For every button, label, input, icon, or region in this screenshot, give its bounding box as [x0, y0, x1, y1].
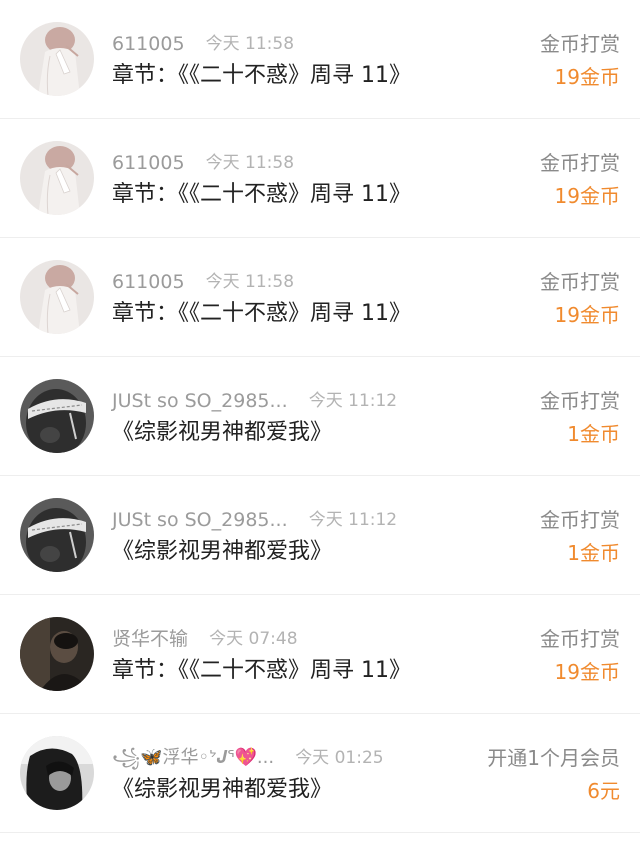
gift-type-label: 金币打赏 — [540, 627, 620, 651]
woman-back-illustration-avatar-icon[interactable] — [20, 22, 94, 96]
reward-row[interactable]: 贤华不输 今天 07:48 章节：《《二十不惑》周寻 11》 金币打赏 19金币 — [0, 595, 640, 714]
gift-amount: 19金币 — [554, 303, 620, 327]
reward-row[interactable]: JUSt so SO_2985... 今天 11:12 《综影视男神都爱我》 金… — [0, 357, 640, 476]
book-title: 《综影视男神都爱我》 — [112, 539, 333, 564]
book-chapter-title: 章节：《《二十不惑》周寻 11》 — [112, 658, 411, 683]
timestamp: 今天 11:12 — [308, 510, 398, 530]
username[interactable]: 贤华不输 — [112, 625, 188, 653]
reward-row[interactable]: JUSt so SO_2985... 今天 11:12 《综影视男神都爱我》 金… — [0, 476, 640, 595]
timestamp: 今天 07:48 — [209, 629, 298, 649]
row-meta: 611005 今天 11:58 — [112, 30, 294, 58]
username[interactable]: ꧁🦋浮华◦ᔾ𝑱ᕐ💖... — [112, 744, 274, 772]
reward-record-list: 611005 今天 11:58 章节：《《二十不惑》周寻 11》 金币打赏 19… — [0, 0, 640, 833]
gift-type-label: 金币打赏 — [540, 389, 620, 413]
row-meta: ꧁🦋浮华◦ᔾ𝑱ᕐ💖... 今天 01:25 — [112, 744, 384, 772]
woman-back-illustration-avatar-icon[interactable] — [20, 141, 94, 215]
row-meta: JUSt so SO_2985... 今天 11:12 — [112, 506, 397, 534]
reward-row[interactable]: 611005 今天 11:58 章节：《《二十不惑》周寻 11》 金币打赏 19… — [0, 238, 640, 357]
book-title: 《综影视男神都爱我》 — [112, 777, 333, 802]
username[interactable]: JUSt so SO_2985... — [112, 506, 288, 534]
reward-row[interactable]: 611005 今天 11:58 章节：《《二十不惑》周寻 11》 金币打赏 19… — [0, 119, 640, 238]
username[interactable]: JUSt so SO_2985... — [112, 387, 288, 415]
book-chapter-title: 章节：《《二十不惑》周寻 11》 — [112, 301, 411, 326]
username[interactable]: 611005 — [112, 268, 185, 296]
timestamp: 今天 11:58 — [205, 34, 295, 54]
book-chapter-title: 章节：《《二十不惑》周寻 11》 — [112, 182, 411, 207]
timestamp: 今天 11:58 — [205, 272, 295, 292]
gift-amount: 19金币 — [554, 65, 620, 89]
book-title: 《综影视男神都爱我》 — [112, 420, 333, 445]
timestamp: 今天 11:12 — [308, 391, 398, 411]
book-chapter-title: 章节：《《二十不惑》周寻 11》 — [112, 63, 411, 88]
timestamp: 今天 01:25 — [295, 748, 384, 768]
gift-type-label: 金币打赏 — [540, 270, 620, 294]
username[interactable]: 611005 — [112, 149, 185, 177]
gift-amount: 1金币 — [567, 422, 620, 446]
gift-type-label: 开通1个月会员 — [487, 746, 620, 770]
man-bandana-bw-avatar-icon[interactable] — [20, 498, 94, 572]
gift-amount: 19金币 — [554, 184, 620, 208]
gift-type-label: 金币打赏 — [540, 32, 620, 56]
row-meta: JUSt so SO_2985... 今天 11:12 — [112, 387, 397, 415]
gift-type-label: 金币打赏 — [540, 151, 620, 175]
dark-portrait-avatar-icon[interactable] — [20, 617, 94, 691]
timestamp: 今天 11:58 — [205, 153, 295, 173]
gift-amount: 19金币 — [554, 660, 620, 684]
row-meta: 贤华不输 今天 07:48 — [112, 625, 298, 653]
row-meta: 611005 今天 11:58 — [112, 268, 294, 296]
username[interactable]: 611005 — [112, 30, 185, 58]
reward-row[interactable]: 611005 今天 11:58 章节：《《二十不惑》周寻 11》 金币打赏 19… — [0, 0, 640, 119]
reward-row[interactable]: ꧁🦋浮华◦ᔾ𝑱ᕐ💖... 今天 01:25 《综影视男神都爱我》 开通1个月会员… — [0, 714, 640, 833]
gift-type-label: 金币打赏 — [540, 508, 620, 532]
gift-amount: 1金币 — [567, 541, 620, 565]
woman-back-illustration-avatar-icon[interactable] — [20, 260, 94, 334]
gift-amount: 6元 — [587, 779, 620, 803]
row-meta: 611005 今天 11:58 — [112, 149, 294, 177]
man-bandana-bw-avatar-icon[interactable] — [20, 379, 94, 453]
bw-girl-portrait-avatar-icon[interactable] — [20, 736, 94, 810]
